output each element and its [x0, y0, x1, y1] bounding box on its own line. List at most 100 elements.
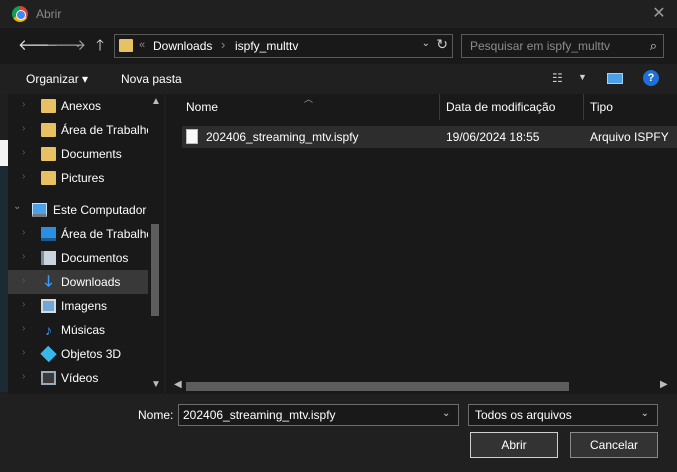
sidebar-item-pictures[interactable]: › Pictures	[8, 166, 148, 190]
back-arrow-icon[interactable]: 🡐	[18, 36, 58, 56]
sidebar-item-anexos[interactable]: › Anexos	[8, 94, 148, 118]
file-name-dropdown-icon[interactable]: ⌄	[442, 408, 450, 419]
folder-icon	[41, 147, 56, 161]
scroll-thumb[interactable]	[186, 382, 569, 391]
cancel-button[interactable]: Cancelar	[570, 432, 658, 458]
window-title: Abrir	[36, 7, 62, 21]
chevron-right-icon[interactable]: ›	[22, 371, 25, 382]
chrome-icon	[12, 6, 28, 22]
file-name: 202406_streaming_mtv.ispfy	[206, 130, 359, 144]
sidebar-item-label: Pictures	[61, 171, 105, 185]
command-toolbar: Organizar ▾ Nova pasta	[0, 64, 677, 94]
search-box[interactable]: Pesquisar em ispfy_multtv ⌕	[461, 34, 664, 58]
chevron-right-icon[interactable]: ›	[22, 123, 25, 134]
scroll-left-icon[interactable]: ◀	[174, 379, 182, 390]
sidebar-item-label: Área de Trabalho	[61, 227, 154, 241]
sidebar-item-label: Anexos	[61, 99, 102, 113]
sidebar-item-label: Músicas	[61, 323, 106, 337]
dialog-footer: Nome: ⌄ Todos os arquivos ⌄ Abrir Cancel…	[0, 394, 677, 472]
documents-icon	[41, 251, 56, 265]
chevron-right-icon[interactable]: ›	[22, 171, 25, 182]
sidebar-item-label: Documents	[61, 147, 122, 161]
chevron-down-icon[interactable]: ⌄	[13, 201, 21, 212]
file-type-select[interactable]: Todos os arquivos ⌄	[468, 404, 658, 426]
background-window-edge	[0, 140, 8, 166]
sidebar-item-documents[interactable]: › Documents	[8, 142, 148, 166]
file-modified: 19/06/2024 18:55	[446, 130, 540, 144]
sidebar-item-label: Área de Trabalho	[61, 123, 154, 137]
address-bar[interactable]: « Downloads › ispfy_multtv ⌄ ↻	[114, 34, 453, 58]
sidebar-item-label: Vídeos	[61, 371, 99, 385]
chevron-right-icon[interactable]: ›	[22, 347, 25, 358]
view-dropdown-icon[interactable]: ▼	[578, 72, 587, 82]
sidebar-item-area-de-trabalho-pc[interactable]: › Área de Trabalho	[8, 222, 153, 246]
open-button[interactable]: Abrir	[470, 432, 558, 458]
file-name-field[interactable]	[178, 404, 459, 426]
help-icon[interactable]: ?	[643, 70, 659, 86]
up-arrow-icon[interactable]: 🡑	[90, 36, 110, 56]
music-note-icon: ♪	[45, 322, 52, 338]
new-folder-button[interactable]: Nova pasta	[121, 72, 182, 86]
chevron-right-icon[interactable]: ›	[22, 99, 25, 110]
desktop-icon	[41, 227, 56, 241]
chevron-right-icon[interactable]: ›	[22, 251, 25, 262]
scroll-down-icon[interactable]: ▼	[151, 379, 161, 390]
column-divider[interactable]	[583, 94, 584, 120]
column-header-modified[interactable]: Data de modificação	[446, 100, 555, 114]
search-icon[interactable]: ⌕	[650, 38, 657, 54]
chevron-right-icon[interactable]: ›	[22, 299, 25, 310]
column-header-name[interactable]: Nome	[186, 100, 218, 114]
sidebar-item-este-computador[interactable]: ⌄ Este Computador	[8, 198, 148, 222]
sidebar-item-label: Documentos	[61, 251, 129, 265]
refresh-icon[interactable]: ↻	[436, 36, 448, 53]
chevron-down-icon[interactable]: ⌄	[641, 408, 649, 419]
table-row[interactable]: 202406_streaming_mtv.ispfy 19/06/2024 18…	[182, 126, 677, 148]
breadcrumb-separator-icon[interactable]: ›	[221, 37, 225, 52]
chevron-right-icon[interactable]: ›	[22, 323, 25, 334]
cube-3d-icon	[40, 345, 57, 363]
title-bar: Abrir ✕	[0, 0, 677, 28]
sidebar-item-downloads[interactable]: › 🡓 Downloads	[8, 270, 148, 294]
address-overflow-icon[interactable]: «	[139, 39, 145, 51]
download-arrow-icon: 🡓	[44, 273, 53, 290]
organize-button[interactable]: Organizar ▾	[26, 72, 88, 86]
sidebar-item-label: Objetos 3D	[61, 347, 122, 361]
sidebar-item-musicas[interactable]: › ♪ Músicas	[8, 318, 148, 342]
preview-pane-icon[interactable]	[607, 73, 623, 84]
navigation-pane: › Anexos › Área de Trabalho › Documents …	[8, 94, 164, 394]
background-window-edge	[0, 166, 8, 392]
folder-icon	[41, 123, 56, 137]
file-icon	[186, 129, 198, 144]
close-icon[interactable]: ✕	[647, 2, 671, 26]
chevron-right-icon[interactable]: ›	[22, 275, 25, 286]
scroll-up-icon[interactable]: ▲	[151, 96, 161, 107]
column-divider[interactable]	[439, 94, 440, 120]
column-header-type[interactable]: Tipo	[590, 100, 613, 114]
view-options-icon[interactable]: ☷	[552, 71, 563, 85]
navigation-scrollbar[interactable]: ▲ ▼	[148, 94, 164, 394]
folder-icon	[41, 171, 56, 185]
sidebar-item-area-de-trabalho[interactable]: › Área de Trabalho	[8, 118, 153, 142]
file-list: ︿ Nome Data de modificação Tipo 202406_s…	[166, 94, 677, 394]
address-dropdown-icon[interactable]: ⌄	[422, 38, 430, 49]
sidebar-item-label: Downloads	[61, 275, 121, 289]
computer-icon	[32, 203, 47, 217]
sort-ascending-icon: ︿	[304, 94, 314, 104]
sidebar-item-videos[interactable]: › Vídeos	[8, 366, 148, 390]
chevron-right-icon[interactable]: ›	[22, 147, 25, 158]
sidebar-item-imagens[interactable]: › Imagens	[8, 294, 148, 318]
sidebar-item-objetos-3d[interactable]: › Objetos 3D	[8, 342, 148, 366]
scroll-right-icon[interactable]: ▶	[660, 379, 668, 390]
horizontal-scrollbar[interactable]: ◀ ▶	[166, 378, 677, 394]
pictures-icon	[41, 299, 56, 313]
scroll-thumb[interactable]	[151, 224, 159, 316]
breadcrumb-downloads[interactable]: Downloads	[153, 39, 212, 53]
forward-arrow-icon[interactable]: 🡒	[46, 36, 86, 56]
sidebar-item-documentos[interactable]: › Documentos	[8, 246, 148, 270]
file-name-label: Nome:	[138, 408, 174, 422]
search-input[interactable]: Pesquisar em ispfy_multtv	[470, 39, 610, 53]
recent-locations-chevron-icon[interactable]: ⌄	[68, 34, 88, 54]
chevron-right-icon[interactable]: ›	[22, 227, 25, 238]
sidebar-item-label: Este Computador	[53, 203, 147, 217]
breadcrumb-ispfy-multtv[interactable]: ispfy_multtv	[235, 39, 298, 53]
